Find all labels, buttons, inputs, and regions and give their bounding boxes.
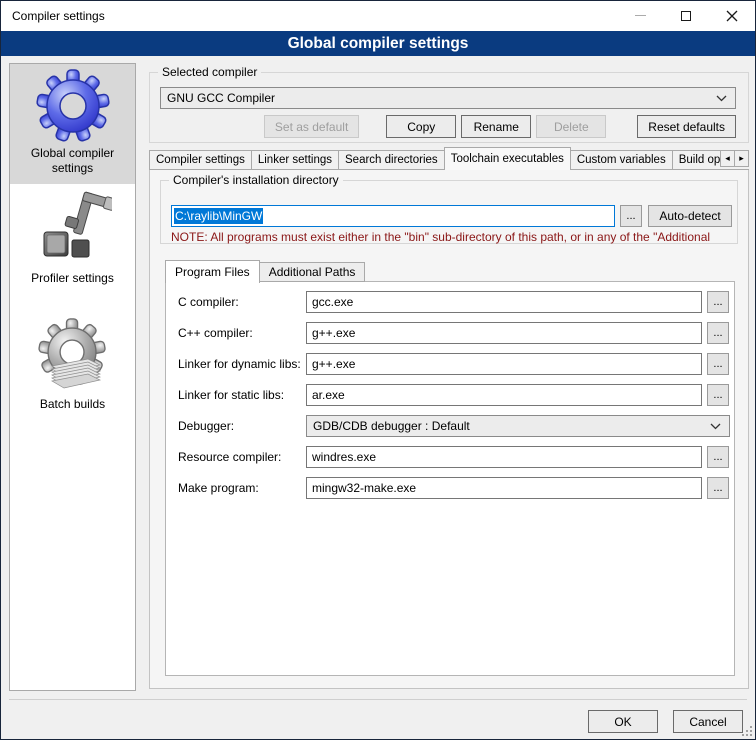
footer-separator (9, 699, 747, 700)
compiler-select[interactable]: GNU GCC Compiler (160, 87, 736, 109)
toolchain-fields: C compiler: ... gcc.exe C++ compiler: ..… (166, 282, 734, 499)
field-row-debugger: Debugger: ... GDB/CDB debugger : Default (178, 415, 734, 437)
chevron-down-icon (710, 423, 721, 430)
installation-directory-group-label: Compiler's installation directory (169, 173, 343, 188)
copy-button[interactable]: Copy (386, 115, 456, 138)
field-label: C++ compiler: (178, 326, 306, 340)
field-label: Linker for static libs: (178, 388, 306, 402)
field-label: C compiler: (178, 295, 306, 309)
c-compiler-input[interactable] (306, 291, 702, 313)
program-files-page: C compiler: ... gcc.exe C++ compiler: ..… (165, 281, 735, 676)
compiler-select-value: GNU GCC Compiler (161, 91, 275, 105)
field-row-c-compiler: C compiler: ... gcc.exe (178, 291, 734, 313)
make-program-input[interactable] (306, 477, 702, 499)
tab-custom-variables[interactable]: Custom variables (570, 150, 673, 170)
maximize-button[interactable] (663, 1, 709, 30)
title-bar: Compiler settings (1, 1, 755, 31)
chevron-down-icon (716, 95, 727, 102)
tab-linker-settings[interactable]: Linker settings (251, 150, 339, 170)
linker-static-libs-input[interactable] (306, 384, 702, 406)
settings-tab-strip: Compiler settingsLinker settingsSearch d… (149, 147, 749, 170)
rename-button[interactable]: Rename (461, 115, 531, 138)
linker-dynamic-libs-input[interactable] (306, 353, 702, 375)
subtab-additional-paths[interactable]: Additional Paths (259, 262, 366, 282)
tab-list: Compiler settingsLinker settingsSearch d… (149, 147, 749, 170)
sidebar-item-profiler-settings[interactable]: Profiler settings (10, 188, 135, 292)
window-controls (617, 1, 755, 30)
tab-scroll-arrows: ◂ ▸ (721, 150, 749, 167)
set-as-default-button[interactable]: Set as default (264, 115, 359, 138)
field-row-resource-compiler: Resource compiler: ... windres.exe (178, 446, 734, 468)
subtab-program-files[interactable]: Program Files (165, 260, 260, 283)
dialog-body: Global compilersettings Profiler setting… (1, 56, 755, 739)
field-label: Debugger: (178, 419, 306, 433)
maximize-icon (681, 11, 691, 21)
resize-grip[interactable] (741, 725, 753, 737)
tab-search-directories[interactable]: Search directories (338, 150, 445, 170)
settings-category-list: Global compilersettings Profiler setting… (9, 63, 136, 691)
field-row-linker-static-libs: Linker for static libs: ... ar.exe (178, 384, 734, 406)
selected-compiler-group-label: Selected compiler (158, 65, 261, 80)
selected-path-text: C:\raylib\MinGW (174, 208, 263, 224)
batch-builds-gear-icon (36, 318, 110, 394)
sidebar-item-label: Batch builds (10, 397, 135, 418)
tab-scroll-right-button[interactable]: ▸ (734, 150, 749, 167)
installation-directory-group: Compiler's installation directory C:\ray… (160, 180, 738, 244)
sidebar-item-batch-builds[interactable]: Batch builds (10, 318, 135, 418)
field-row-make-program: Make program: ... mingw32-make.exe (178, 477, 734, 499)
make-program-browse-button[interactable]: ... (707, 477, 729, 499)
delete-button[interactable]: Delete (536, 115, 606, 138)
minimize-button[interactable] (617, 1, 663, 30)
blue-gear-icon (36, 69, 110, 143)
resource-compiler-browse-button[interactable]: ... (707, 446, 729, 468)
dialog-banner-title: Global compiler settings (1, 31, 755, 56)
cpp-compiler-input[interactable] (306, 322, 702, 344)
sidebar-item-label: Global compilersettings (10, 146, 135, 182)
c-compiler-browse-button[interactable]: ... (707, 291, 729, 313)
resource-compiler-input[interactable] (306, 446, 702, 468)
sidebar-item-label: Profiler settings (10, 271, 135, 292)
linker-dynamic-libs-browse-button[interactable]: ... (707, 353, 729, 375)
program-files-tab-strip: Program FilesAdditional Paths (165, 259, 365, 282)
cpp-compiler-browse-button[interactable]: ... (707, 322, 729, 344)
minimize-icon (635, 15, 646, 16)
compiler-settings-dialog: Compiler settings Global compiler settin… (0, 0, 756, 740)
tab-scroll-left-button[interactable]: ◂ (720, 150, 735, 167)
field-row-cpp-compiler: C++ compiler: ... g++.exe (178, 322, 734, 344)
field-row-linker-dynamic-libs: Linker for dynamic libs: ... g++.exe (178, 353, 734, 375)
auto-detect-button[interactable]: Auto-detect (648, 205, 732, 227)
installation-directory-browse-button[interactable]: ... (620, 205, 642, 227)
bin-subdirectory-note: NOTE: All programs must exist either in … (171, 230, 735, 244)
reset-defaults-button[interactable]: Reset defaults (637, 115, 736, 138)
profiler-caliper-icon (34, 188, 112, 268)
sidebar-item-global-compiler-settings[interactable]: Global compilersettings (10, 64, 135, 184)
debugger-select[interactable]: GDB/CDB debugger : Default (306, 415, 730, 437)
field-label: Linker for dynamic libs: (178, 357, 306, 371)
tab-toolchain-executables[interactable]: Toolchain executables (444, 147, 571, 170)
ok-button[interactable]: OK (588, 710, 658, 733)
cancel-button[interactable]: Cancel (673, 710, 743, 733)
linker-static-libs-browse-button[interactable]: ... (707, 384, 729, 406)
window-title: Compiler settings (12, 9, 105, 23)
field-label: Resource compiler: (178, 450, 306, 464)
close-button[interactable] (709, 1, 755, 30)
selected-compiler-group: Selected compiler GNU GCC Compiler Set a… (149, 72, 749, 143)
close-icon (726, 10, 738, 22)
tab-compiler-settings[interactable]: Compiler settings (149, 150, 252, 170)
toolchain-executables-page: Compiler's installation directory C:\ray… (149, 169, 749, 689)
installation-directory-input[interactable]: C:\raylib\MinGW (171, 205, 615, 227)
field-select-value: GDB/CDB debugger : Default (307, 419, 470, 433)
compiler-buttons-row: Set as default CopyRenameDelete Reset defa… (160, 115, 736, 138)
field-label: Make program: (178, 481, 306, 495)
